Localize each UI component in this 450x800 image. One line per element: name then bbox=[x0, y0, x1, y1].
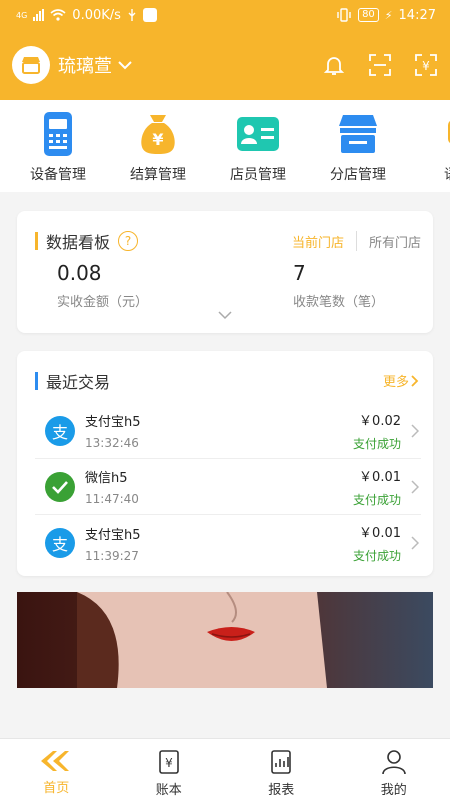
charging-icon: ⚡ bbox=[384, 8, 393, 22]
amount-label: 实收金额（元） bbox=[57, 295, 149, 310]
nav-home[interactable]: 首页 bbox=[0, 739, 113, 800]
nav-label: 账本 bbox=[155, 783, 182, 798]
svg-text:¥: ¥ bbox=[152, 130, 163, 149]
store-avatar[interactable] bbox=[12, 46, 50, 84]
transaction-amount: ￥0.02 bbox=[359, 413, 401, 429]
tab-all-stores[interactable]: 所有门店 bbox=[369, 232, 421, 251]
svg-text:¥: ¥ bbox=[422, 59, 430, 73]
chevron-right-icon bbox=[411, 374, 419, 387]
money-bag-icon: ¥ bbox=[141, 115, 175, 154]
dashboard-title: 数据看板 ? bbox=[35, 229, 139, 253]
quick-menu-item-device[interactable]: 设备管理 bbox=[8, 112, 108, 184]
quick-menu-label: 结算管理 bbox=[130, 167, 186, 183]
transaction-time: 11:47:40 bbox=[85, 492, 139, 506]
quick-menu: 设备管理 ¥ 结算管理 店员管理 分店管理 语音 bbox=[0, 100, 450, 192]
recent-title-text: 最近交易 bbox=[46, 373, 111, 392]
banner-illustration bbox=[17, 592, 433, 688]
scan-icon[interactable] bbox=[368, 53, 392, 77]
quick-menu-label: 店员管理 bbox=[230, 167, 286, 183]
quick-menu-item-branch[interactable]: 分店管理 bbox=[308, 112, 408, 184]
title-accent-bar bbox=[35, 372, 38, 390]
id-card-icon bbox=[237, 117, 279, 151]
chevron-right-icon bbox=[411, 423, 419, 438]
help-icon[interactable]: ? bbox=[118, 231, 139, 251]
count-value: 7 bbox=[293, 261, 306, 285]
quick-menu-label: 语音 bbox=[408, 164, 450, 184]
app-notification-icon bbox=[142, 8, 157, 22]
transaction-time: 11:39:27 bbox=[85, 548, 139, 563]
quick-menu-label: 设备管理 bbox=[30, 167, 86, 183]
metric-count: 7 收款笔数（笔） bbox=[293, 261, 384, 310]
dashboard-title-text: 数据看板 bbox=[46, 233, 111, 252]
bottom-nav: 首页 ¥ 账本 报表 我的 bbox=[0, 738, 450, 800]
transaction-row[interactable]: 微信h5 11:47:40 ￥0.01 支付成功 bbox=[35, 459, 421, 515]
chevron-right-icon bbox=[411, 479, 419, 494]
store-icon bbox=[339, 115, 377, 153]
amount-value: 0.08 bbox=[57, 261, 102, 285]
data-dashboard-card: 数据看板 ? 当前门店 所有门店 0.08 实收金额（元） 7 收款笔数（笔） bbox=[17, 211, 433, 333]
nav-label: 我的 bbox=[380, 783, 407, 798]
pay-qr-icon[interactable]: ¥ bbox=[414, 53, 438, 77]
usb-icon bbox=[128, 9, 136, 21]
nav-label: 首页 bbox=[43, 781, 70, 796]
ledger-icon: ¥ bbox=[158, 750, 179, 774]
network-speed: 0.00K/s bbox=[72, 7, 121, 23]
nav-label: 报表 bbox=[268, 783, 295, 798]
transaction-row[interactable]: 支 支付宝h5 11:39:27 ￥0.01 支付成功 bbox=[35, 515, 421, 571]
nav-profile[interactable]: 我的 bbox=[338, 739, 450, 800]
more-link[interactable]: 更多 bbox=[383, 371, 419, 390]
alipay-icon: 支 bbox=[45, 528, 75, 558]
home-icon bbox=[41, 751, 70, 771]
transaction-status: 支付成功 bbox=[352, 549, 401, 563]
count-label: 收款笔数（笔） bbox=[293, 295, 385, 310]
tab-divider bbox=[355, 231, 357, 251]
chevron-down-icon[interactable] bbox=[218, 311, 232, 320]
transaction-status: 支付成功 bbox=[352, 492, 401, 507]
bell-icon[interactable] bbox=[322, 53, 346, 77]
recent-transactions-card: 最近交易 更多 支 支付宝h5 13:32:46 ￥0.02 支付成功 微信h5… bbox=[17, 351, 433, 576]
pos-terminal-icon bbox=[44, 112, 72, 156]
promo-banner[interactable] bbox=[17, 592, 433, 688]
transaction-amount: ￥0.01 bbox=[359, 526, 401, 541]
chevron-right-icon bbox=[411, 536, 419, 550]
svg-text:¥: ¥ bbox=[165, 756, 173, 770]
quick-menu-item-voice[interactable]: 语音 bbox=[408, 112, 450, 184]
clock: 14:27 bbox=[398, 7, 436, 23]
battery-indicator: 80 bbox=[358, 8, 379, 22]
vibrate-icon bbox=[337, 8, 351, 22]
transaction-method: 支付宝h5 bbox=[85, 527, 141, 543]
quick-menu-label: 分店管理 bbox=[330, 167, 386, 183]
nav-ledger[interactable]: ¥ 账本 bbox=[113, 739, 226, 800]
wechat-pay-icon bbox=[45, 471, 75, 502]
transaction-method: 支付宝h5 bbox=[85, 415, 141, 430]
quick-menu-item-staff[interactable]: 店员管理 bbox=[208, 112, 308, 184]
status-bar: 4G 0.00K/s 80 ⚡ 14:27 bbox=[0, 0, 450, 30]
report-icon bbox=[271, 750, 292, 774]
transaction-time: 13:32:46 bbox=[85, 436, 139, 450]
shop-icon bbox=[22, 57, 40, 74]
chevron-down-icon[interactable] bbox=[118, 60, 132, 70]
transaction-row[interactable]: 支 支付宝h5 13:32:46 ￥0.02 支付成功 bbox=[35, 403, 421, 459]
more-label: 更多 bbox=[382, 375, 409, 390]
user-icon bbox=[381, 750, 406, 775]
wifi-icon bbox=[50, 9, 66, 21]
signal-icon bbox=[33, 9, 45, 21]
tab-current-store[interactable]: 当前门店 bbox=[292, 232, 344, 251]
quick-menu-item-settlement[interactable]: ¥ 结算管理 bbox=[108, 112, 208, 184]
transaction-method: 微信h5 bbox=[85, 471, 128, 486]
transaction-amount: ￥0.01 bbox=[359, 469, 401, 485]
store-name[interactable]: 琉璃萱 bbox=[58, 52, 112, 78]
metric-amount: 0.08 实收金额（元） bbox=[57, 261, 148, 310]
nav-reports[interactable]: 报表 bbox=[225, 739, 338, 800]
voice-icon bbox=[448, 121, 450, 143]
transaction-status: 支付成功 bbox=[352, 436, 401, 451]
title-accent-bar bbox=[35, 232, 38, 250]
network-type: 4G bbox=[16, 10, 28, 20]
recent-title: 最近交易 bbox=[35, 369, 110, 393]
header: 琉璃萱 ¥ bbox=[0, 30, 450, 100]
alipay-icon: 支 bbox=[45, 415, 75, 446]
store-scope-tabs: 当前门店 所有门店 bbox=[292, 231, 421, 251]
